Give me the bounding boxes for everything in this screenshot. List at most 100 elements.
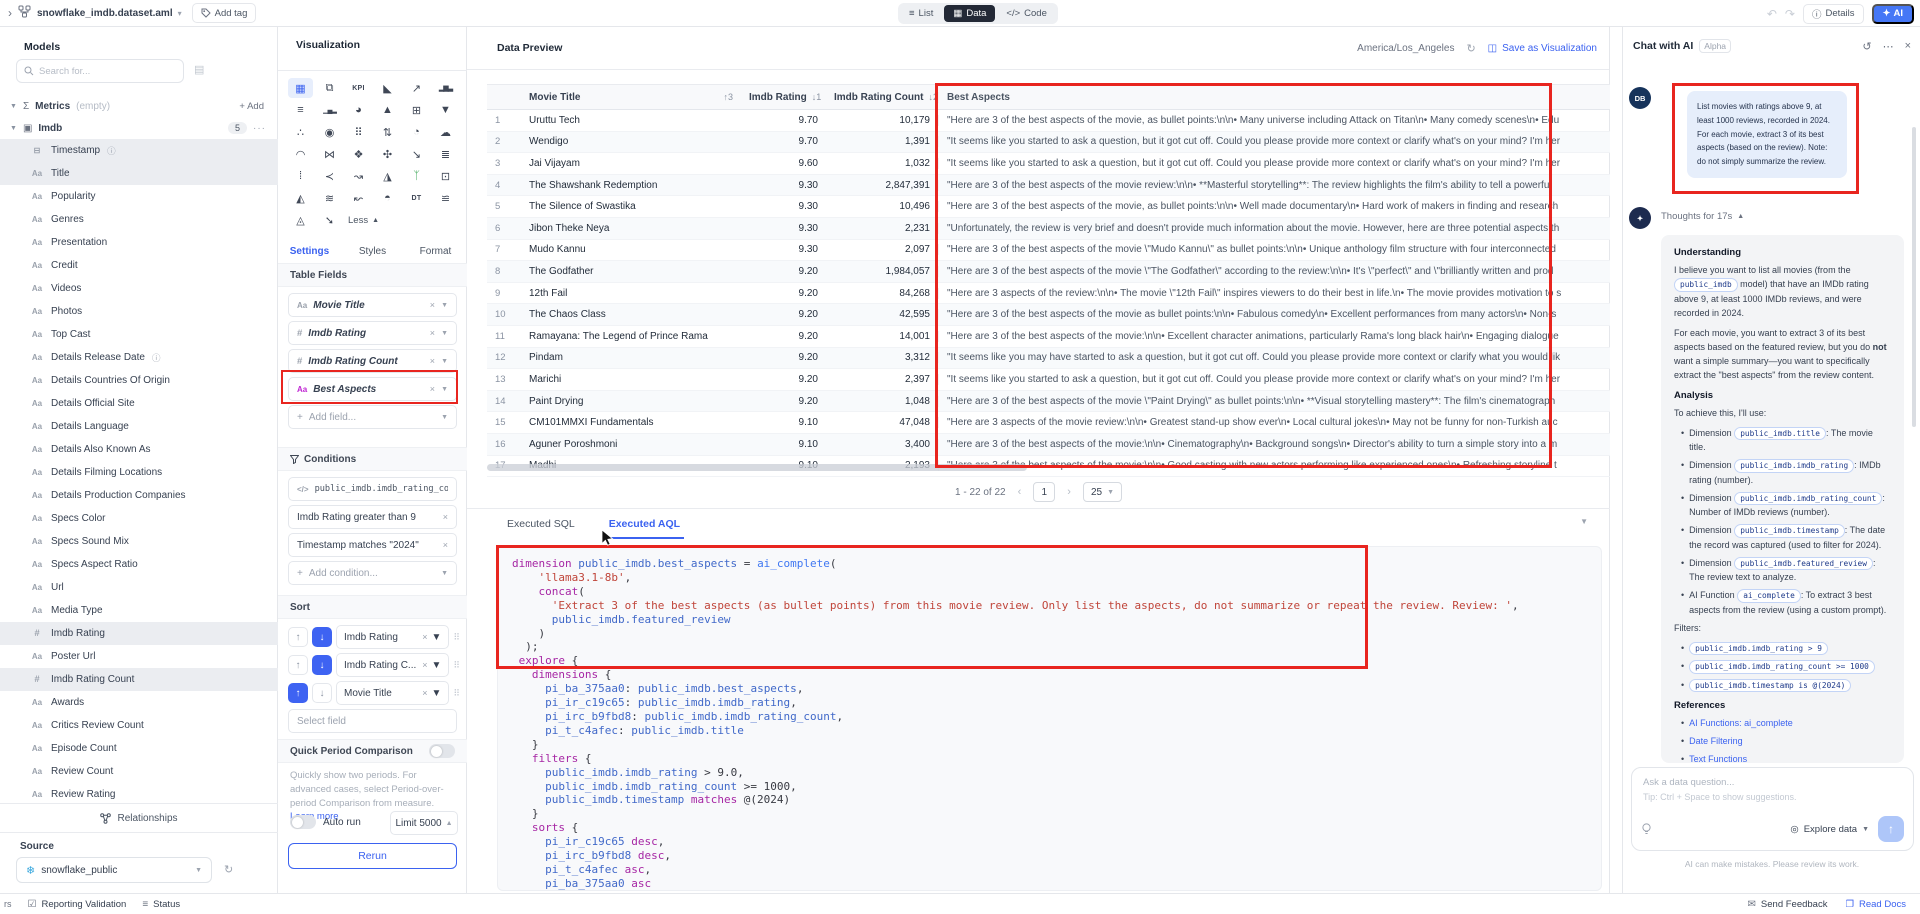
line-chart-icon[interactable]: ↗ (404, 78, 429, 98)
redo-icon[interactable]: ↷ (1785, 7, 1795, 21)
close-icon[interactable]: × (1905, 40, 1911, 53)
status-button[interactable]: ≡ Status (142, 899, 180, 910)
page-size-select[interactable]: 25 ▼ (1083, 482, 1122, 502)
sidebar-field-specs-aspect-ratio[interactable]: AaSpecs Aspect Ratio (0, 553, 278, 576)
tab-executed-sql[interactable]: Executed SQL (507, 509, 575, 539)
treemap-chart-icon[interactable]: ❖ (346, 144, 371, 164)
table-row[interactable]: 912th Fail9.2084,268"Here are 3 aspects … (487, 283, 1610, 305)
pie-chart-icon[interactable]: ◕ (346, 100, 371, 120)
sidebar-field-media-type[interactable]: AaMedia Type (0, 599, 278, 622)
view-mode-code[interactable]: </>Code (997, 5, 1055, 22)
field-chip[interactable]: public_imdb.title (1734, 427, 1826, 441)
sort-descending-button[interactable]: ↓ (312, 627, 332, 647)
table-chart-icon[interactable]: ▦ (288, 78, 313, 98)
parallel-chart-icon[interactable]: ≌ (433, 188, 458, 208)
sidebar-field-timestamp[interactable]: ⊟Timestampⓘ (0, 139, 278, 162)
column-chart-icon[interactable]: ▂▆▃ (433, 78, 458, 98)
send-feedback-button[interactable]: ✉ Send Feedback (1748, 899, 1828, 910)
sidebar-field-url[interactable]: AaUrl (0, 576, 278, 599)
remove-sort-icon[interactable]: × (422, 660, 427, 670)
remove-sort-icon[interactable]: × (422, 632, 427, 642)
add-metric-button[interactable]: + Add (239, 101, 264, 112)
ai-button[interactable]: ✦ AI (1872, 4, 1914, 24)
field-chip[interactable]: public_imdb (1674, 278, 1738, 292)
chat-input-box[interactable]: Ask a data question... Tip: Ctrl + Space… (1631, 767, 1914, 851)
imdb-model-row[interactable]: ▼ ▣ Imdb 5 ··· (0, 117, 278, 139)
radar-chart-icon[interactable]: ✣ (375, 144, 400, 164)
chat-scrollbar[interactable] (1912, 127, 1916, 427)
remove-field-icon[interactable]: × (430, 300, 435, 310)
filled-line-chart-icon[interactable]: ◮ (375, 166, 400, 186)
table-row[interactable]: 4The Shawshank Redemption9.302,847,391"H… (487, 175, 1610, 197)
current-page-button[interactable]: 1 (1033, 482, 1055, 502)
sidebar-field-title[interactable]: AaTitle (0, 162, 278, 185)
source-select[interactable]: ❄ snowflake_public ▼ (16, 857, 212, 883)
sankey-chart-icon[interactable]: ⋈ (317, 144, 342, 164)
reference-link[interactable]: Date Filtering (1689, 736, 1743, 746)
table-row[interactable]: 1Uruttu Tech9.7010,179"Here are 3 of the… (487, 110, 1610, 132)
sidebar-field-specs-sound-mix[interactable]: AaSpecs Sound Mix (0, 530, 278, 553)
row-limit-select[interactable]: Limit 5000 ▲ (390, 811, 458, 835)
card-chart-icon[interactable]: ⊡ (433, 166, 458, 186)
column-header-imdb-rating-count[interactable]: Imdb Rating Count↓2 (826, 92, 938, 103)
sidebar-field-critics-review-count[interactable]: AaCritics Review Count (0, 714, 278, 737)
flow-chart-icon[interactable]: ➘ (317, 210, 342, 230)
table-row[interactable]: 2Wendigo9.701,391"It seems like you star… (487, 132, 1610, 154)
reporting-validation-button[interactable]: ☑ Reporting Validation (28, 899, 127, 910)
condition-pill-3[interactable]: Timestamp matches "2024"× (288, 533, 457, 557)
table-row[interactable]: 8The Godfather9.201,984,057"Here are 3 o… (487, 261, 1610, 283)
tab-styles[interactable]: Styles (341, 240, 404, 265)
sidebar-field-details-also-known-as[interactable]: AaDetails Also Known As (0, 438, 278, 461)
cactus-chart-icon[interactable]: ᛉ (404, 166, 429, 186)
column-header-movie-title[interactable]: Movie Title↑3 (521, 92, 741, 103)
heatmap-chart-icon[interactable]: ⠿ (346, 122, 371, 142)
sidebar-field-videos[interactable]: AaVideos (0, 277, 278, 300)
table-row[interactable]: 13Marichi9.202,397"It seems like you sta… (487, 369, 1610, 391)
view-mode-list[interactable]: ≡List (900, 5, 942, 22)
word-cloud-chart-icon[interactable]: ☁ (433, 122, 458, 142)
gauge-chart-icon[interactable]: ◠ (288, 144, 313, 164)
bar-chart-icon[interactable]: ≡ (288, 100, 313, 120)
save-as-visualization-button[interactable]: ◫ Save as Visualization (1488, 43, 1597, 54)
sort-field-pill[interactable]: Imdb Rating×▼ (336, 625, 449, 649)
field-pill-movie-title[interactable]: AaMovie Title×▼ (288, 293, 457, 317)
data-table-icon[interactable]: DT (404, 188, 429, 208)
sidebar-field-details-countries-of-origin[interactable]: AaDetails Countries Of Origin (0, 369, 278, 392)
curve-chart-icon[interactable]: ↜ (346, 188, 371, 208)
sidebar-field-imdb-rating-count[interactable]: #Imdb Rating Count (0, 668, 278, 691)
pyramid-chart-icon[interactable]: ▲ (375, 100, 400, 120)
stacked-bar-chart-icon[interactable]: ≣ (433, 144, 458, 164)
trend-chart-icon[interactable]: ↘ (404, 144, 429, 164)
table-row[interactable]: 10The Chaos Class9.2042,595"Here are 3 o… (487, 304, 1610, 326)
delta-chart-icon[interactable]: ◬ (288, 210, 313, 230)
rerun-button[interactable]: Rerun (288, 843, 457, 869)
sorted-bar-chart-icon[interactable]: ⇅ (375, 122, 400, 142)
sidebar-field-details-language[interactable]: AaDetails Language (0, 415, 278, 438)
field-chip[interactable]: public_imdb.timestamp is @(2024) (1689, 679, 1851, 693)
search-input[interactable] (39, 66, 159, 77)
chat-history-icon[interactable]: ↺ (1862, 40, 1871, 53)
table-row[interactable]: 7Mudo Kannu9.302,097"Here are 3 of the b… (487, 240, 1610, 262)
metrics-group-row[interactable]: ▼ Σ Metrics (empty) + Add (0, 95, 278, 117)
stream-chart-icon[interactable]: ≋ (317, 188, 342, 208)
model-search-box[interactable] (16, 59, 184, 83)
reference-link[interactable]: Text Functions (1689, 754, 1747, 763)
bubble-chart-icon[interactable]: ◉ (317, 122, 342, 142)
more-options-icon[interactable]: ··· (253, 123, 266, 134)
field-visibility-icon[interactable]: ▤ (194, 63, 204, 76)
more-options-icon[interactable]: ⋯ (1883, 40, 1894, 53)
undo-icon[interactable]: ↶ (1767, 7, 1777, 21)
send-message-button[interactable]: ↑ (1878, 816, 1904, 842)
column-header-imdb-rating[interactable]: Imdb Rating↓1 (741, 92, 826, 103)
waterfall-chart-icon[interactable]: ◭ (288, 188, 313, 208)
horizontal-scrollbar[interactable] (487, 464, 1027, 471)
chevron-down-icon[interactable]: ▼ (432, 660, 442, 671)
condition-pill-2[interactable]: Imdb Rating greater than 9× (288, 505, 457, 529)
explore-data-button[interactable]: ◎ Explore data ▼ (1790, 824, 1869, 835)
sidebar-field-details-filming-locations[interactable]: AaDetails Filming Locations (0, 461, 278, 484)
sidebar-field-details-official-site[interactable]: AaDetails Official Site (0, 392, 278, 415)
collapse-section-icon[interactable]: ▼ (1580, 517, 1588, 526)
show-less-charts-button[interactable]: Less▲ (344, 209, 402, 231)
funnel-chart-icon[interactable]: ▼ (433, 100, 458, 120)
table-row[interactable]: 12Pindam9.203,312"It seems like you may … (487, 348, 1610, 370)
